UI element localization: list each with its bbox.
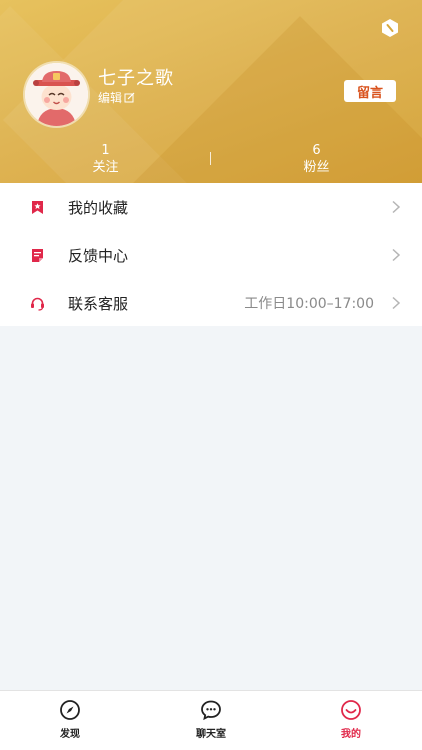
tab-mine[interactable]: 我的 <box>281 691 421 750</box>
menu-item-label: 我的收藏 <box>68 198 129 217</box>
edit-profile-link[interactable]: 编辑 <box>98 89 135 106</box>
avatar[interactable] <box>25 63 88 126</box>
tab-label: 聊天室 <box>196 729 226 740</box>
following-stat[interactable]: 1 关注 <box>0 143 211 177</box>
menu-item-customer-service[interactable]: 联系客服 工作日10:00–17:00 <box>0 279 422 327</box>
following-count: 1 <box>101 143 110 158</box>
chevron-right-icon <box>392 296 401 310</box>
chevron-right-icon <box>392 248 401 262</box>
edit-icon <box>124 92 135 103</box>
chevron-right-icon <box>392 200 401 214</box>
headset-icon <box>31 297 44 311</box>
fans-label: 粉丝 <box>303 160 330 175</box>
edit-label: 编辑 <box>98 91 123 105</box>
bottom-tab-bar: 发现 聊天室 我的 <box>0 690 422 750</box>
menu-item-favorites[interactable]: 我的收藏 <box>0 183 422 231</box>
feedback-note-icon <box>32 249 43 262</box>
service-hours: 工作日10:00–17:00 <box>244 296 374 312</box>
compass-icon <box>60 700 80 720</box>
following-label: 关注 <box>92 160 119 175</box>
tab-label: 我的 <box>341 729 361 740</box>
tab-label: 发现 <box>60 729 80 740</box>
bookmark-star-icon <box>32 201 43 214</box>
menu-item-label: 反馈中心 <box>68 246 129 265</box>
tab-chatroom[interactable]: 聊天室 <box>141 691 281 750</box>
username: 七子之歌 <box>98 68 174 89</box>
menu-item-feedback[interactable]: 反馈中心 <box>0 231 422 279</box>
fans-stat[interactable]: 6 粉丝 <box>211 143 422 177</box>
chat-bubble-icon <box>201 700 221 721</box>
fans-count: 6 <box>312 143 321 158</box>
profile-header: 七子之歌 编辑 留言 1 关注 6 粉丝 <box>0 0 422 183</box>
menu-list: 我的收藏 反馈中心 联系客服 工作日10:00–17:00 <box>0 183 422 326</box>
settings-icon[interactable] <box>379 17 401 39</box>
smile-icon <box>341 700 361 720</box>
menu-item-label: 联系客服 <box>68 294 129 313</box>
message-button[interactable]: 留言 <box>344 80 396 102</box>
tab-discover[interactable]: 发现 <box>0 691 140 750</box>
